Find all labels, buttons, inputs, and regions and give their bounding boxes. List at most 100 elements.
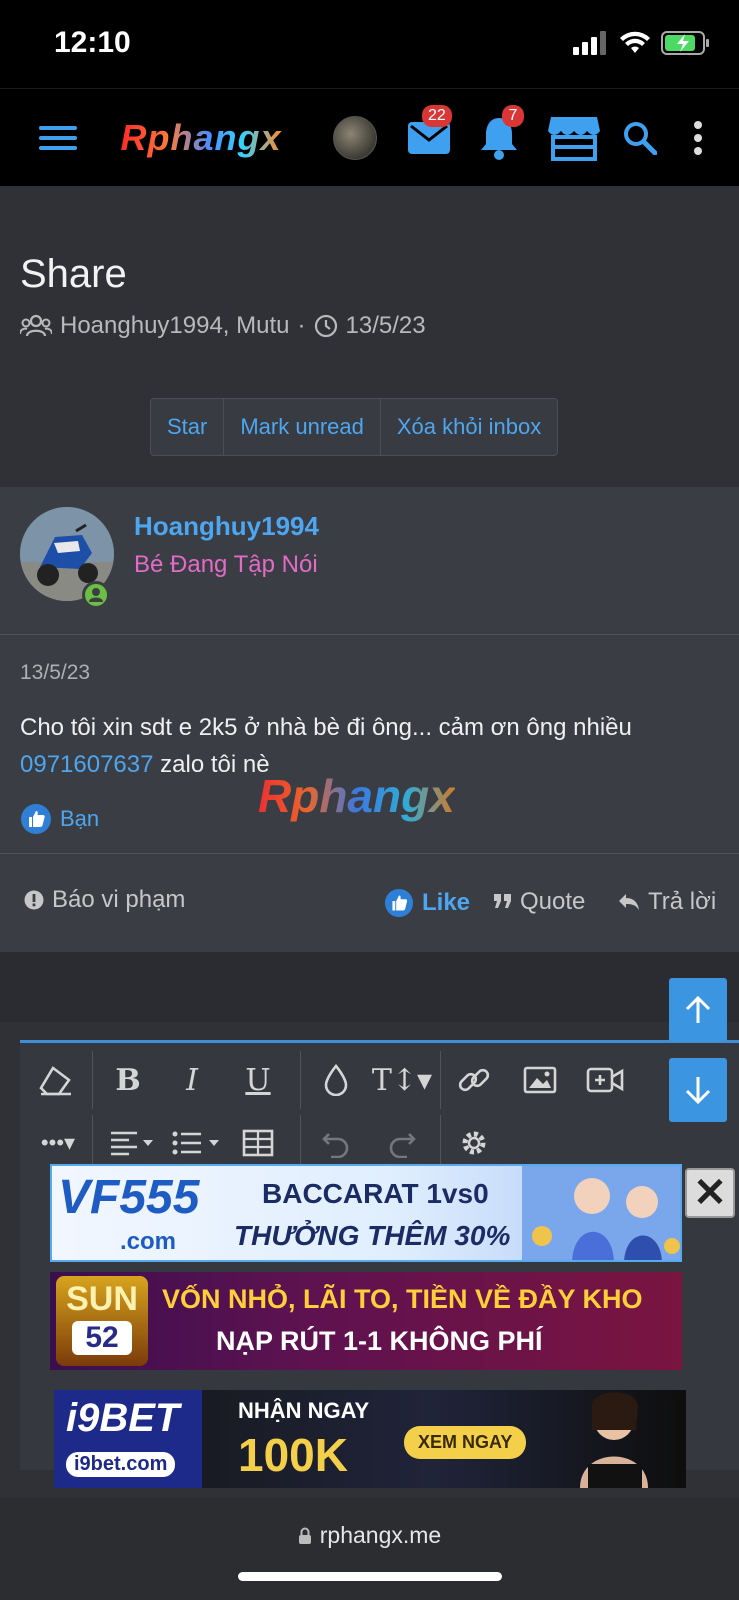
store-button[interactable] [546,89,602,187]
post-username[interactable]: Hoanghuy1994 [134,511,319,542]
remove-from-inbox-button[interactable]: Xóa khỏi inbox [381,399,557,455]
undo-icon [322,1133,349,1158]
section-divider [0,952,739,1022]
link-icon [458,1068,490,1092]
ad3-cta-button[interactable]: XEM NGAY [404,1426,527,1459]
bold-icon: B [115,1062,141,1098]
bold-button[interactable]: B [108,1059,148,1101]
insert-media-button[interactable] [582,1059,628,1101]
inbox-badge: 22 [422,105,452,127]
post-date[interactable]: 13/5/23 [20,661,90,685]
ad3-domain: i9bet.com [66,1452,176,1477]
clock-icon [314,314,337,338]
menu-button[interactable] [36,89,80,187]
table-icon [242,1129,274,1157]
reply-button[interactable]: Trả lời [618,888,716,916]
top-nav-bar: Rphangx 22 7 [0,88,739,186]
post-user-block: Hoanghuy1994 Bé Đang Tập Nói [0,487,739,635]
ad1-line2: THƯỞNG THÊM 30% [234,1220,511,1251]
status-time: 12:10 [54,26,131,59]
phone-link[interactable]: 0971607637 [20,751,153,778]
scroll-bottom-button[interactable] [669,1058,727,1122]
ad2-brand-number: 52 [72,1321,132,1355]
arrow-down-icon [685,1077,711,1105]
inbox-button[interactable]: 22 [404,89,454,187]
quote-button[interactable]: Quote [494,888,585,916]
align-button[interactable] [104,1123,160,1163]
signal-icon [573,31,606,55]
home-indicator [238,1572,502,1581]
site-logo[interactable]: Rphangx [106,89,296,187]
mark-unread-button[interactable]: Mark unread [224,399,381,455]
redo-button[interactable] [382,1123,422,1163]
meta-separator: · [297,312,306,339]
participants[interactable]: Hoanghuy1994, Mutu [60,312,290,340]
reactions-bar[interactable]: Bạn [20,803,99,835]
insert-link-button[interactable] [452,1059,496,1101]
insert-table-button[interactable] [238,1123,278,1163]
ad2-line2: NẠP RÚT 1-1 KHÔNG PHÍ [216,1326,543,1356]
italic-button[interactable]: I [172,1059,212,1101]
clear-format-button[interactable] [36,1061,76,1101]
font-size-button[interactable]: T↕▾ [372,1059,432,1101]
ad-banner-vf555[interactable]: VF555 .com BACCARAT 1vs0 THƯỞNG THÊM 30% [50,1164,682,1262]
redo-icon [389,1133,416,1158]
undo-button[interactable] [316,1123,356,1163]
close-icon: ✕ [693,1171,727,1215]
logo-text: Rphangx [120,117,282,158]
droplet-icon [324,1064,348,1096]
battery-charging-icon [661,31,709,55]
more-options-button[interactable]: •••▾ [30,1123,86,1163]
url-field[interactable]: rphangx.me [0,1522,739,1549]
ad-banner-sun52[interactable]: SUN 52 VỐN NHỎ, LÃI TO, TIỀN VỀ ĐẦY KHO … [50,1272,682,1370]
list-button[interactable] [168,1123,224,1163]
underline-icon: U [245,1062,271,1098]
reply-icon [619,894,639,910]
eraser-icon [39,1066,71,1096]
wifi-icon [620,31,650,53]
editor-settings-button[interactable] [452,1123,496,1163]
ad1-domain: .com [120,1228,177,1255]
underline-button[interactable]: U [238,1059,278,1101]
more-horizontal-icon: •••▾ [40,1130,76,1155]
conversation-date: 13/5/23 [345,312,426,339]
account-avatar-button[interactable] [330,89,380,187]
report-button[interactable]: Báo vi phạm [24,886,185,914]
ad3-logo: i9BET i9bet.com [54,1390,202,1488]
alerts-button[interactable]: 7 [476,89,524,187]
image-icon [523,1066,557,1094]
store-icon [548,117,600,161]
align-left-icon [111,1131,153,1156]
ad3-model-image [580,1392,648,1488]
scroll-top-button[interactable] [669,978,727,1042]
text-color-button[interactable] [316,1059,356,1101]
quote-label: Quote [520,888,586,915]
search-icon [624,122,657,155]
ad3-line2: 100K [238,1429,348,1481]
status-bar: 12:10 [0,0,739,88]
insert-image-button[interactable] [518,1059,562,1101]
ad-banner-i9bet[interactable]: i9BET i9bet.com NHẬN NGAY 100K XEM NGAY [54,1390,686,1488]
star-button[interactable]: Star [151,399,225,455]
video-plus-icon [586,1067,624,1093]
search-button[interactable] [620,89,660,187]
reply-label: Trả lời [648,888,717,915]
alert-circle-icon [24,890,44,910]
watermark-logo: Rphangx [258,770,455,822]
more-menu-button[interactable] [684,89,712,187]
user-title: Bé Đang Tập Nói [134,551,318,578]
like-button[interactable]: Like [384,888,470,918]
list-icon [172,1131,219,1155]
reaction-user[interactable]: Bạn [60,806,99,832]
browser-url-bar: rphangx.me [0,1498,739,1600]
message-post: Hoanghuy1994 Bé Đang Tập Nói 13/5/23 Cho… [0,487,739,952]
close-ad-button[interactable]: ✕ [685,1168,735,1218]
ad3-line1: NHẬN NGAY [238,1398,370,1423]
more-vertical-icon [694,121,702,155]
toolbar-divider [300,1051,301,1109]
font-size-icon: T↕▾ [371,1062,433,1098]
ad1-line1: BACCARAT 1vs0 [262,1178,489,1209]
report-label: Báo vi phạm [52,886,186,913]
quote-icon [494,894,511,908]
ad2-line1: VỐN NHỎ, LÃI TO, TIỀN VỀ ĐẦY KHO [162,1284,643,1314]
